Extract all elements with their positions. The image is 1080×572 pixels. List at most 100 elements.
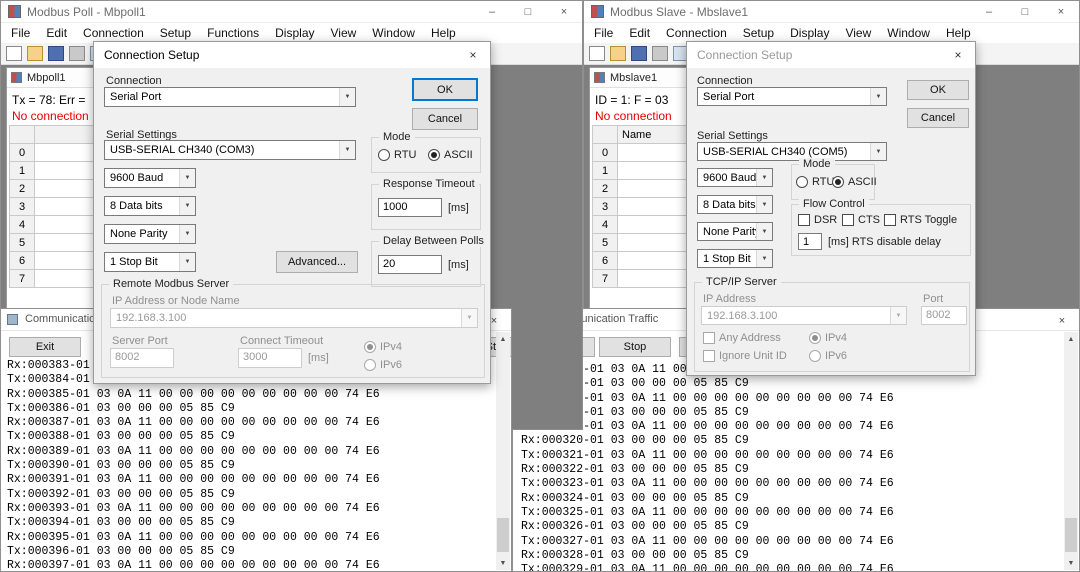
minimize-icon[interactable]: – — [971, 1, 1007, 23]
ok-button[interactable]: OK — [907, 80, 969, 100]
ip-select[interactable]: 192.168.3.100 ▼ — [110, 308, 478, 328]
scroll-up-icon[interactable]: ▲ — [1064, 332, 1078, 346]
ipv4-option[interactable]: IPv4 — [809, 332, 847, 344]
menu-edit[interactable]: Edit — [38, 23, 75, 43]
new-file-icon[interactable] — [6, 46, 22, 61]
maximize-icon[interactable]: □ — [510, 1, 546, 23]
port-input[interactable]: 8002 — [921, 306, 967, 325]
menu-edit[interactable]: Edit — [621, 23, 658, 43]
new-file-icon[interactable] — [589, 46, 605, 61]
ipv6-option[interactable]: IPv6 — [809, 350, 847, 362]
parity-select[interactable]: None Parity ▼ — [697, 222, 773, 241]
rts-delay-input[interactable]: 1 — [798, 233, 822, 250]
menu-file[interactable]: File — [586, 23, 621, 43]
ignore-unit-checkbox[interactable] — [703, 350, 715, 362]
ascii-radio[interactable] — [832, 176, 844, 188]
cancel-button[interactable]: Cancel — [412, 108, 478, 130]
data-bits-select[interactable]: 8 Data bits ▼ — [104, 196, 196, 216]
response-timeout-input[interactable]: 1000 — [378, 198, 442, 217]
dropdown-icon: ▼ — [179, 197, 195, 215]
serial-port-select[interactable]: USB-SERIAL CH340 (COM3) ▼ — [104, 140, 356, 160]
exit-button[interactable]: Exit — [9, 337, 81, 357]
ok-button[interactable]: OK — [412, 78, 478, 101]
cancel-button[interactable]: Cancel — [907, 108, 969, 128]
rtu-radio[interactable] — [796, 176, 808, 188]
menu-setup[interactable]: Setup — [152, 23, 199, 43]
cts-checkbox[interactable] — [842, 214, 854, 226]
ascii-radio[interactable] — [428, 149, 440, 161]
dsr-option[interactable]: DSR — [798, 214, 837, 226]
ipv4-radio[interactable] — [809, 332, 821, 344]
close-icon[interactable]: × — [941, 42, 975, 68]
menu-help[interactable]: Help — [938, 23, 979, 43]
dsr-checkbox[interactable] — [798, 214, 810, 226]
scroll-down-icon[interactable]: ▼ — [1064, 556, 1078, 570]
ascii-option[interactable]: ASCII — [832, 176, 877, 188]
any-address-checkbox[interactable] — [703, 332, 715, 344]
close-icon[interactable]: × — [1043, 1, 1079, 23]
vertical-scrollbar[interactable]: ▲ ▼ — [1064, 332, 1078, 570]
scroll-thumb[interactable] — [1065, 518, 1077, 552]
baud-select[interactable]: 9600 Baud ▼ — [697, 168, 773, 187]
stop-bit-select[interactable]: 1 Stop Bit ▼ — [104, 252, 196, 272]
menu-connection[interactable]: Connection — [75, 23, 152, 43]
traffic-line: Tx:000396-01 03 00 00 00 05 85 C9 — [7, 544, 235, 558]
connection-select[interactable]: Serial Port ▼ — [697, 87, 887, 106]
menu-setup[interactable]: Setup — [735, 23, 782, 43]
cts-option[interactable]: CTS — [842, 214, 880, 226]
any-address-option[interactable]: Any Address — [703, 332, 781, 344]
parity-select[interactable]: None Parity ▼ — [104, 224, 196, 244]
scroll-thumb[interactable] — [497, 518, 509, 552]
ipv4-radio[interactable] — [364, 341, 376, 353]
delay-input[interactable]: 20 — [378, 255, 442, 274]
dsr-label: DSR — [814, 214, 838, 226]
open-file-icon[interactable] — [610, 46, 626, 61]
ascii-option[interactable]: ASCII — [428, 149, 473, 161]
advanced-button[interactable]: Advanced... — [276, 251, 358, 273]
close-icon[interactable]: × — [456, 42, 490, 68]
rts-toggle-checkbox[interactable] — [884, 214, 896, 226]
close-icon[interactable]: × — [546, 1, 582, 23]
ipv6-option[interactable]: IPv6 — [364, 359, 402, 371]
print-icon[interactable] — [652, 46, 668, 61]
stop-button[interactable]: Stop — [599, 337, 671, 357]
save-icon[interactable] — [631, 46, 647, 61]
menu-connection[interactable]: Connection — [658, 23, 735, 43]
rtu-option[interactable]: RTU — [378, 149, 416, 161]
print-icon[interactable] — [69, 46, 85, 61]
menu-view[interactable]: View — [323, 23, 365, 43]
ip-select[interactable]: 192.168.3.100 ▼ — [701, 306, 907, 325]
row-header: 5 — [9, 233, 35, 252]
baud-select[interactable]: 9600 Baud ▼ — [104, 168, 196, 188]
scroll-down-icon[interactable]: ▼ — [496, 556, 510, 570]
menu-file[interactable]: File — [3, 23, 38, 43]
stop-bit-select[interactable]: 1 Stop Bit ▼ — [697, 249, 773, 268]
data-bits-select[interactable]: 8 Data bits ▼ — [697, 195, 773, 214]
vertical-scrollbar[interactable]: ▲ ▼ — [496, 332, 510, 570]
connection-select[interactable]: Serial Port ▼ — [104, 87, 356, 107]
open-file-icon[interactable] — [27, 46, 43, 61]
ipv6-radio[interactable] — [809, 350, 821, 362]
menu-view[interactable]: View — [837, 23, 879, 43]
minimize-icon[interactable]: – — [474, 1, 510, 23]
scroll-up-icon[interactable]: ▲ — [496, 332, 510, 346]
menu-display[interactable]: Display — [267, 23, 322, 43]
ipv6-radio[interactable] — [364, 359, 376, 371]
server-port-input[interactable]: 8002 — [110, 348, 174, 368]
menu-window[interactable]: Window — [879, 23, 938, 43]
menu-functions[interactable]: Functions — [199, 23, 267, 43]
close-icon[interactable]: × — [1049, 312, 1075, 329]
rtu-radio[interactable] — [378, 149, 390, 161]
menu-help[interactable]: Help — [423, 23, 464, 43]
serial-port-select[interactable]: USB-SERIAL CH340 (COM5) ▼ — [697, 142, 887, 161]
save-icon[interactable] — [48, 46, 64, 61]
maximize-icon[interactable]: □ — [1007, 1, 1043, 23]
ipv4-option[interactable]: IPv4 — [364, 341, 402, 353]
connect-timeout-input[interactable]: 3000 — [238, 348, 302, 368]
rts-toggle-option[interactable]: RTS Toggle — [884, 214, 957, 226]
menu-window[interactable]: Window — [364, 23, 423, 43]
rtu-option[interactable]: RTU — [796, 176, 834, 188]
window-controls: – □ × — [971, 1, 1079, 23]
ignore-unit-option[interactable]: Ignore Unit ID — [703, 350, 787, 362]
menu-display[interactable]: Display — [782, 23, 837, 43]
